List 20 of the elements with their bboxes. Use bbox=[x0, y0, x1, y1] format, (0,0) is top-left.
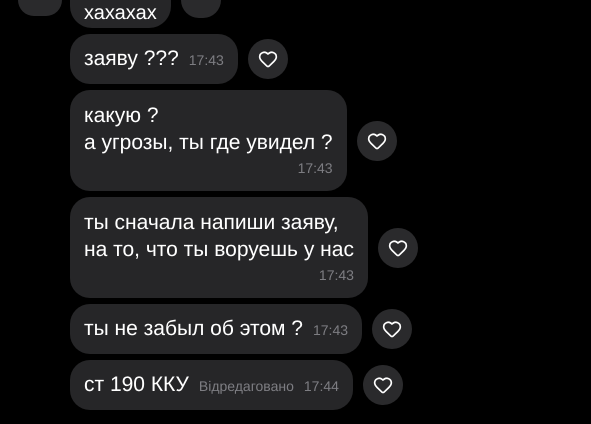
message-text: ты сначала напиши заяву, bbox=[84, 210, 340, 236]
heart-icon bbox=[388, 238, 408, 258]
message-time: 17:43 bbox=[298, 159, 333, 178]
edited-label: Відредаговано bbox=[198, 377, 294, 396]
message-time: 17:43 bbox=[188, 51, 224, 70]
message-text: какую ? bbox=[84, 103, 160, 129]
message-time: 17:44 bbox=[304, 377, 339, 396]
message-time: 17:43 bbox=[318, 266, 354, 285]
heart-icon bbox=[258, 49, 278, 69]
message-text: хахахах bbox=[84, 2, 157, 24]
message-text: ст 190 ККУ bbox=[84, 372, 189, 398]
heart-icon bbox=[372, 375, 393, 395]
message-text: на то, что ты воруешь у нас bbox=[84, 237, 354, 263]
heart-icon bbox=[366, 130, 387, 150]
message-text: заяву ??? bbox=[84, 46, 179, 72]
message-time: 17:43 bbox=[312, 321, 348, 340]
heart-icon bbox=[382, 319, 402, 339]
message-text: ты не забыл об этом ? bbox=[84, 316, 303, 342]
avatar bbox=[18, 0, 62, 16]
message-text: а угрозы, ты где увидел ? bbox=[84, 130, 333, 156]
